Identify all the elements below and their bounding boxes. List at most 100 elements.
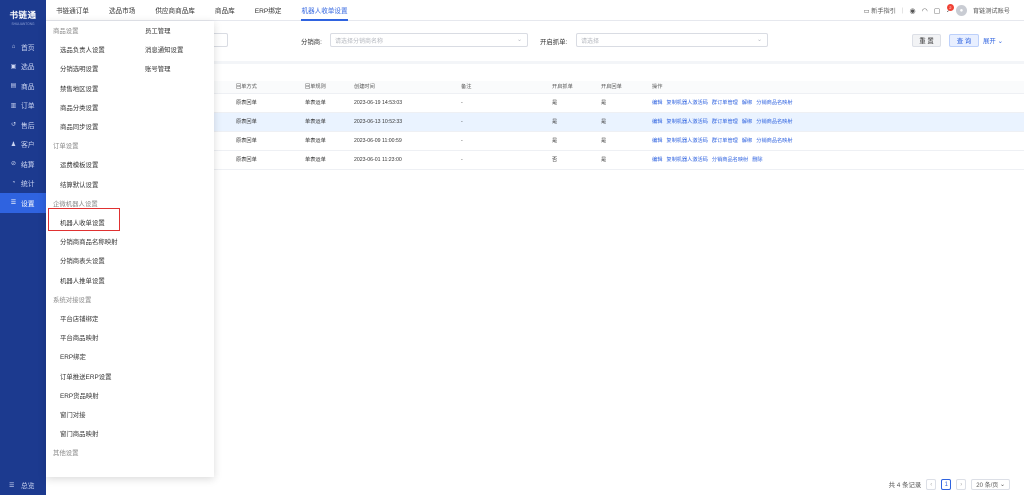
cell-grab: 是 [549, 112, 598, 132]
message-icon[interactable]: ▢ [934, 7, 941, 15]
action-link[interactable]: 群订单管理 [712, 119, 738, 125]
menu-item[interactable]: 员工管理 [145, 26, 171, 35]
avatar[interactable]: ● [955, 5, 967, 16]
cell-actions: 编辑 复制机器人激活码 分销商品名映射 删除 [649, 150, 1024, 170]
action-link[interactable]: 编辑 [652, 157, 662, 163]
divider: | [901, 7, 904, 14]
action-link[interactable]: 复制机器人激活码 [666, 100, 708, 106]
aftersale-icon: ↺ [10, 122, 17, 129]
action-link[interactable]: 分销商品名映射 [756, 119, 792, 125]
expand-button[interactable]: 展开 ⌄ [983, 36, 1003, 45]
action-link[interactable]: 解绑 [742, 100, 752, 106]
action-link[interactable]: 解绑 [742, 119, 752, 125]
menu-item[interactable]: 订单推送ERP设置 [60, 372, 111, 381]
menu-item[interactable]: 分销选明设置 [60, 64, 98, 73]
menu-item[interactable]: 消息通知设置 [145, 45, 183, 54]
total-count: 共 4 条记录 [888, 482, 922, 489]
sidebar-footer-overview[interactable]: ☰ 总览 [0, 475, 46, 495]
top-nav-bar: 书链通订单 选品市场 供应商商品库 商品库 ERP绑定 机器人收单设置 ▭ 新手指引 | … [46, 0, 1024, 21]
column-header: 创建时间 [351, 81, 458, 94]
column-header: 开启回单 [598, 81, 649, 94]
menu-item[interactable]: 商品同步设置 [60, 122, 98, 131]
top-tab[interactable]: 供应商商品库 [145, 0, 205, 21]
settings-icon: ☰ [10, 200, 17, 207]
sidebar-item-goods[interactable]: ▤ 商品 [0, 76, 46, 96]
menu-item[interactable]: 运费模板设置 [60, 160, 98, 169]
menu-item[interactable]: 窗门商品映射 [60, 429, 98, 438]
column-header: 回单规则 [302, 81, 351, 94]
cell-reply: 是 [598, 93, 649, 113]
action-link[interactable]: 分销商品名映射 [712, 157, 748, 163]
action-link[interactable]: 复制机器人激活码 [666, 119, 708, 125]
sidebar-item-stats[interactable]: ◔ 统计 [0, 174, 46, 194]
menu-group-title: 系统对接设置 [53, 296, 92, 304]
menu-item[interactable]: 平台商品映射 [60, 333, 98, 342]
prev-page-button[interactable]: ‹ [926, 479, 937, 490]
menu-item[interactable]: 窗门对接 [60, 410, 86, 419]
action-link[interactable]: 编辑 [652, 100, 662, 106]
top-tabs: 书链通订单 选品市场 供应商商品库 商品库 ERP绑定 机器人收单设置 [46, 0, 358, 21]
page-size-select[interactable]: 20 条/页 ⌄ [971, 479, 1010, 490]
top-tab[interactable]: 书链通订单 [46, 0, 99, 21]
sidebar-item-customer[interactable]: ♟ 客户 [0, 135, 46, 155]
sidebar-item-settlement[interactable]: ⊘ 结算 [0, 154, 46, 174]
action-link[interactable]: 删除 [752, 157, 762, 163]
page-1-button[interactable]: 1 [941, 479, 952, 490]
guide-link[interactable]: ▭ 新手指引 [864, 6, 896, 15]
query-button[interactable]: 查 询 [949, 34, 979, 47]
menu-item[interactable]: 分销商表头设置 [60, 256, 105, 265]
menu-group-title: 企微机器人设置 [53, 200, 98, 208]
sidebar-item-settings[interactable]: ☰ 设置 [0, 193, 46, 213]
open-grab-select[interactable]: 请选择 ⌄ [576, 33, 768, 47]
top-tab[interactable]: 机器人收单设置 [291, 0, 357, 21]
distributor-select[interactable]: 请选择分销商名称 ⌄ [330, 33, 528, 47]
action-link[interactable]: 群订单管理 [712, 100, 738, 106]
menu-item[interactable]: 禁售地区设置 [60, 84, 98, 93]
action-link[interactable]: 分销商品名映射 [756, 138, 792, 144]
cell-created: 2023-06-19 14:53:03 [351, 93, 458, 113]
cell-method: 原表回单 [233, 112, 302, 132]
menu-item[interactable]: 选品负责人设置 [60, 45, 105, 54]
sidebar-item-home[interactable]: ⌂ 首页 [0, 37, 46, 57]
eye-icon[interactable]: ◉ [910, 7, 916, 15]
distributor-label: 分销商: [301, 39, 322, 46]
chevron-down-icon: ⌄ [516, 37, 522, 43]
action-link[interactable]: 编辑 [652, 138, 662, 144]
action-link[interactable]: 解绑 [742, 138, 752, 144]
action-link[interactable]: 复制机器人激活码 [666, 138, 708, 144]
logo[interactable]: 书链通 SHULIANTONG [0, 0, 46, 34]
home-icon: ⌂ [11, 43, 16, 50]
menu-item[interactable]: 结算默认设置 [60, 180, 98, 189]
action-link[interactable]: 群订单管理 [712, 138, 738, 144]
next-page-button[interactable]: › [956, 479, 967, 490]
username[interactable]: 育链测试账号 [973, 6, 1010, 15]
action-link[interactable]: 分销商品名映射 [756, 100, 792, 106]
menu-item[interactable]: 分销商商品名称映射 [60, 237, 118, 246]
cell-rule: 单表运单 [302, 93, 351, 113]
menu-item[interactable]: 机器人推单设置 [60, 276, 105, 285]
menu-item[interactable]: 商品分类设置 [60, 103, 98, 112]
menu-item[interactable]: 平台店铺绑定 [60, 314, 98, 323]
sidebar-item-order[interactable]: ▥ 订单 [0, 96, 46, 116]
top-tab[interactable]: ERP绑定 [245, 0, 292, 21]
column-header: 操作 [649, 81, 1024, 94]
top-tab[interactable]: 商品库 [205, 0, 245, 21]
sidebar-item-label: 首页 [21, 44, 35, 52]
action-link[interactable]: 复制机器人激活码 [666, 157, 708, 163]
sidebar-item-label: 售后 [21, 122, 35, 130]
cell-note: - [458, 112, 549, 132]
top-tab[interactable]: 选品市场 [99, 0, 145, 21]
headset-icon[interactable]: ◠ [922, 7, 928, 15]
cell-grab: 否 [549, 150, 598, 170]
menu-item[interactable]: ERP货品映射 [60, 391, 99, 400]
sidebar-item-product[interactable]: ▣ 选品 [0, 57, 46, 77]
menu-item[interactable]: ERP绑定 [60, 352, 86, 361]
reset-button[interactable]: 重 置 [912, 34, 941, 47]
sidebar-item-aftersale[interactable]: ↺ 售后 [0, 115, 46, 135]
open-grab-placeholder: 请选择 [581, 38, 600, 45]
bell-icon[interactable]: ♪2 [946, 4, 954, 14]
menu-item[interactable]: 账号管理 [145, 64, 171, 73]
cell-reply: 是 [598, 131, 649, 151]
distributor-placeholder: 请选择分销商名称 [335, 38, 384, 45]
action-link[interactable]: 编辑 [652, 119, 662, 125]
